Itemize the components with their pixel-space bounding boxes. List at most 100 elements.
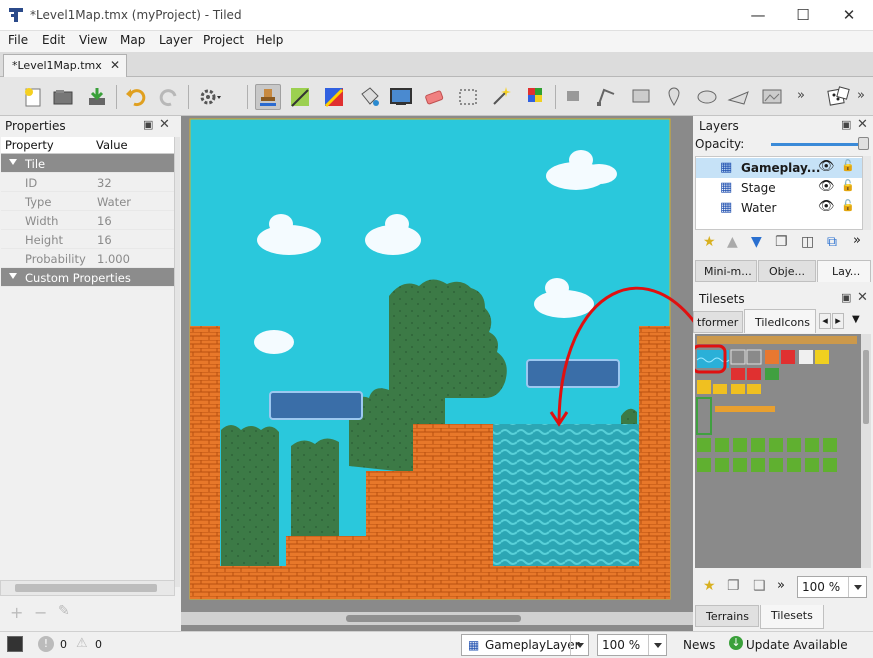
- tileset-zoom-dropdown[interactable]: 100 %: [797, 576, 867, 598]
- embed-tileset-icon[interactable]: ❐: [727, 578, 740, 594]
- document-tab[interactable]: *Level1Map.tmx ✕: [3, 54, 127, 77]
- layer-row[interactable]: ▦ Water 👁 🔓: [696, 198, 862, 218]
- opacity-slider-track[interactable]: [771, 143, 863, 146]
- scrollbar-thumb[interactable]: [15, 584, 157, 592]
- layer-select-dropdown[interactable]: ▦ GameplayLayer: [461, 634, 589, 656]
- tabs-scroll-left-icon[interactable]: ◂: [819, 313, 831, 329]
- stamp-brush-tool[interactable]: [255, 84, 281, 110]
- console-icon[interactable]: [7, 636, 23, 652]
- close-window-button[interactable]: ✕: [826, 0, 872, 31]
- opacity-slider-handle[interactable]: [858, 137, 869, 150]
- scrollbar-thumb[interactable]: [346, 615, 521, 622]
- minimize-button[interactable]: —: [735, 0, 781, 31]
- save-button[interactable]: [84, 84, 110, 110]
- new-map-button[interactable]: [20, 84, 46, 110]
- eraser-tool[interactable]: [421, 84, 447, 110]
- layer-row[interactable]: ▦ Stage 👁 🔓: [696, 178, 862, 198]
- export-tileset-icon[interactable]: ❑: [753, 578, 766, 594]
- property-row[interactable]: Width 16: [1, 211, 174, 230]
- visibility-eye-icon[interactable]: 👁: [818, 199, 835, 214]
- menu-layer[interactable]: Layer: [159, 33, 192, 47]
- custom-properties-group-row[interactable]: Custom Properties: [1, 268, 174, 287]
- tab-minimap[interactable]: Mini-m...: [695, 260, 757, 282]
- news-button[interactable]: News: [683, 638, 715, 652]
- warning-icon[interactable]: ⚠: [76, 636, 88, 651]
- edit-polygons-tool[interactable]: [594, 84, 620, 110]
- select-objects-tool[interactable]: [561, 84, 587, 110]
- tileset-vertical-scrollbar[interactable]: [861, 334, 871, 568]
- rectangular-select-tool[interactable]: [455, 84, 481, 110]
- new-layer-icon[interactable]: ★: [703, 234, 716, 250]
- random-mode-tool[interactable]: [322, 84, 348, 110]
- random-dice-icon[interactable]: [825, 84, 851, 110]
- float-panel-icon[interactable]: ▣: [143, 118, 153, 131]
- tab-objects[interactable]: Obje...: [758, 260, 816, 282]
- tileset-view[interactable]: [695, 334, 861, 568]
- toolbar-overflow-icon-2[interactable]: »: [857, 88, 865, 103]
- error-count[interactable]: 0: [60, 638, 67, 651]
- tile-group-row[interactable]: Tile: [1, 154, 174, 173]
- tilesets-menu-icon[interactable]: ▼: [852, 314, 860, 325]
- property-row[interactable]: Type Water: [1, 192, 174, 211]
- lock-icon[interactable]: 🔓: [841, 179, 855, 192]
- open-file-button[interactable]: [50, 84, 76, 110]
- update-available-button[interactable]: Update Available: [746, 638, 848, 652]
- tileset-tiles-grid[interactable]: [695, 334, 861, 568]
- expand-arrow-icon[interactable]: [9, 159, 17, 165]
- chevron-down-icon[interactable]: [648, 635, 666, 655]
- tab-terrains[interactable]: Terrains: [695, 605, 759, 627]
- tab-tilesets[interactable]: Tilesets: [760, 605, 824, 629]
- menu-map[interactable]: Map: [120, 33, 145, 47]
- tab-tiledicons-tileset[interactable]: TiledIcons: [744, 309, 816, 333]
- delete-layer-icon[interactable]: ◫: [801, 234, 814, 250]
- menu-project[interactable]: Project: [203, 33, 244, 47]
- maximize-button[interactable]: ☐: [780, 0, 826, 31]
- undo-button[interactable]: [122, 84, 148, 110]
- magic-wand-tool[interactable]: [488, 84, 514, 110]
- add-property-icon[interactable]: +: [10, 603, 23, 622]
- layers-scrollbar[interactable]: [863, 156, 871, 230]
- lock-icon[interactable]: 🔓: [841, 199, 855, 212]
- rename-property-icon[interactable]: ✎: [58, 603, 70, 619]
- remove-property-icon[interactable]: −: [34, 603, 47, 622]
- duplicate-layer-icon[interactable]: ❐: [775, 234, 788, 250]
- tab-layers[interactable]: Lay...: [817, 260, 871, 282]
- property-row[interactable]: ID 32: [1, 173, 174, 192]
- settings-gear-icon[interactable]: [196, 84, 222, 110]
- raise-layer-icon[interactable]: ▲: [727, 234, 738, 250]
- insert-tile-tool[interactable]: [759, 84, 785, 110]
- overflow-icon[interactable]: »: [777, 578, 785, 593]
- insert-point-tool[interactable]: [661, 84, 687, 110]
- layer-group-icon[interactable]: ⧉: [827, 234, 837, 250]
- shape-fill-tool[interactable]: [388, 84, 414, 110]
- overflow-icon[interactable]: »: [853, 233, 861, 248]
- layer-row[interactable]: ▦ Gameplay... 👁 🔓: [696, 158, 862, 178]
- menu-view[interactable]: View: [79, 33, 107, 47]
- close-panel-icon[interactable]: ✕: [857, 117, 868, 132]
- close-tab-icon[interactable]: ✕: [110, 58, 120, 72]
- scrollbar-thumb[interactable]: [863, 350, 869, 424]
- menu-edit[interactable]: Edit: [42, 33, 65, 47]
- select-same-tile-tool[interactable]: [522, 84, 548, 110]
- close-panel-icon[interactable]: ✕: [857, 290, 868, 305]
- float-panel-icon[interactable]: ▣: [841, 291, 851, 304]
- chevron-down-icon[interactable]: [848, 577, 866, 597]
- terrain-brush-tool[interactable]: [288, 84, 314, 110]
- properties-vertical-scrollbar[interactable]: [174, 137, 180, 587]
- tab-platformer-tileset[interactable]: tformer: [693, 311, 743, 333]
- warning-count[interactable]: 0: [95, 638, 102, 651]
- insert-ellipse-tool[interactable]: [694, 84, 720, 110]
- expand-arrow-icon[interactable]: [9, 273, 17, 279]
- visibility-eye-icon[interactable]: 👁: [818, 179, 835, 194]
- error-icon[interactable]: !: [38, 636, 54, 652]
- redo-button[interactable]: [157, 84, 183, 110]
- toolbar-overflow-icon[interactable]: »: [797, 88, 805, 103]
- close-panel-icon[interactable]: ✕: [159, 117, 170, 132]
- map-zoom-dropdown[interactable]: 100 %: [597, 634, 667, 656]
- insert-polygon-tool[interactable]: [726, 84, 752, 110]
- chevron-down-icon[interactable]: [570, 635, 588, 655]
- map-canvas[interactable]: [181, 116, 707, 631]
- menu-help[interactable]: Help: [256, 33, 283, 47]
- properties-horizontal-scrollbar[interactable]: [0, 580, 175, 596]
- visibility-eye-icon[interactable]: 👁: [818, 159, 835, 174]
